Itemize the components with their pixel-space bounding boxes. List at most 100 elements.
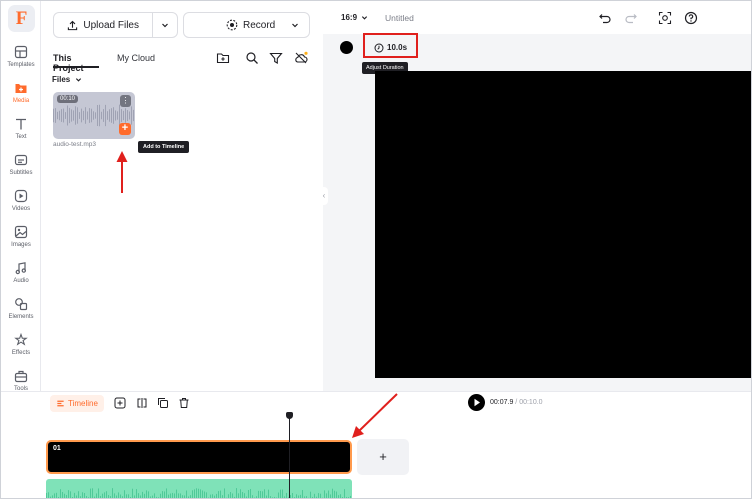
app-logo[interactable]: F [8,5,35,32]
waveform-bar [186,490,187,498]
add-to-timeline-button[interactable]: + [119,123,131,135]
collapse-panel-handle[interactable]: ‹ [320,187,328,205]
waveform-bar [106,491,107,498]
add-track-icon[interactable] [114,397,126,409]
record-icon [226,19,238,31]
audio-file-thumbnail[interactable]: 00:10 ⋮ + [53,92,135,139]
chevron-down-icon [162,23,169,28]
waveform-bar [326,493,327,498]
waveform-bar [242,492,243,498]
rail-item-images[interactable]: Images [1,225,41,259]
waveform-bar [220,490,221,498]
waveform-bar [210,494,211,498]
more-options-icon[interactable]: ⋮ [120,95,131,107]
upload-files-button[interactable]: Upload Files [54,13,154,37]
tab-my-cloud[interactable]: My Cloud [117,53,157,63]
waveform-bar [115,110,116,121]
waveform-bar [300,494,301,498]
waveform-bar [83,110,84,121]
waveform-bar [328,490,329,498]
waveform-bar [112,488,113,498]
waveform-bar [53,108,54,123]
waveform-bar [228,494,229,498]
waveform-bar [222,495,223,498]
media-icon [15,84,27,93]
waveform-bar [92,488,93,498]
waveform-bar [214,495,215,498]
waveform-bar [290,495,291,498]
waveform-bar [238,493,239,498]
redo-icon[interactable] [624,11,638,25]
add-clip-button[interactable]: + [357,439,409,475]
playhead-handle[interactable] [286,412,293,419]
rail-item-text[interactable]: Text [1,117,41,151]
search-icon[interactable] [245,51,259,65]
upload-dropdown[interactable] [153,21,177,29]
waveform-bar [140,495,141,498]
rail-item-templates[interactable]: Templates [1,45,41,79]
waveform-bar [212,494,213,498]
video-canvas[interactable] [375,71,751,378]
waveform-bar [107,111,108,120]
cloud-off-icon[interactable] [294,51,308,65]
waveform-bar [298,495,299,498]
waveform-bar [164,491,165,498]
waveform-bar [125,108,126,123]
record-button[interactable]: Record [183,12,310,38]
waveform-bar [162,491,163,498]
tab-this-project[interactable]: This Project [53,53,99,73]
waveform-bar [85,107,86,124]
waveform-bar [63,108,64,123]
upload-icon [68,20,78,30]
waveform-bar [61,109,62,122]
waveform-bar [64,493,65,498]
waveform-bar [71,109,72,122]
rail-item-subtitles[interactable]: Subtitles [1,153,41,187]
playhead-line [289,412,290,498]
rail-label: Elements [8,314,34,320]
background-color-swatch[interactable] [340,41,353,54]
rail-label: Subtitles [9,170,33,176]
project-title[interactable]: Untitled [385,13,414,23]
waveform-bar [310,491,311,498]
audio-track[interactable] [46,479,352,498]
duplicate-icon[interactable] [157,397,169,409]
split-icon[interactable] [136,397,148,409]
rail-item-videos[interactable]: Videos [1,189,41,223]
aspect-ratio-dropdown[interactable]: 16:9 [341,13,368,22]
screenshot-icon[interactable] [658,11,672,25]
rail-item-media[interactable]: Media [1,81,41,115]
waveform-bar [67,105,68,126]
undo-icon[interactable] [598,11,612,25]
rail-item-audio[interactable]: Audio [1,261,41,295]
chevron-down-icon[interactable] [291,21,299,29]
waveform-bar [324,490,325,498]
left-rail: F Templates Media Text Subtitles Videos … [1,1,41,392]
waveform-bar [262,491,263,498]
help-icon[interactable] [684,11,698,25]
waveform-bar [120,494,121,498]
waveform-bar [78,491,79,498]
waveform-bar [89,108,90,123]
files-section-toggle[interactable]: Files [52,75,82,84]
waveform-bar [198,488,199,498]
effects-icon [14,333,28,346]
delete-icon[interactable] [178,397,190,409]
waveform-bar [101,111,102,120]
chevron-down-icon [76,78,82,82]
waveform-bar [232,493,233,498]
new-folder-icon[interactable] [216,51,230,65]
waveform-bar [55,108,56,123]
rail-item-effects[interactable]: Effects [1,333,41,367]
aspect-ratio-value: 16:9 [341,13,358,22]
waveform-bar [302,490,303,498]
timeline-tab[interactable]: Timeline [50,395,104,412]
waveform-bar [133,109,134,122]
video-clip[interactable]: 01 [46,440,352,474]
add-to-timeline-tooltip: Add to Timeline [138,141,190,153]
rail-item-elements[interactable]: Elements [1,297,41,331]
play-button[interactable] [468,394,485,411]
waveform-bar [230,492,231,498]
filter-icon[interactable] [269,51,283,65]
waveform-bar [252,495,253,498]
